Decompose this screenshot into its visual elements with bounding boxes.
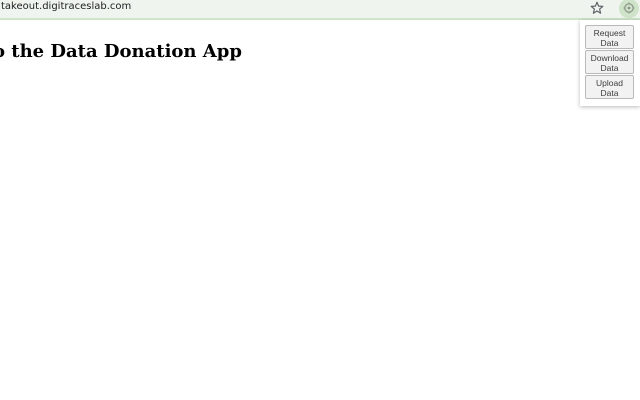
upload-data-label-line1: Upload [596, 77, 623, 88]
request-data-label-line1: Request [593, 27, 626, 38]
browser-window: takeout.digitraceslab.com o the Data Don… [0, 0, 640, 400]
download-data-button[interactable]: Download Data [585, 50, 634, 74]
request-data-label-line2: Data [600, 37, 619, 48]
star-icon[interactable] [589, 0, 605, 16]
download-data-label-line2: Data [600, 62, 619, 73]
puzzle-extension-icon [623, 2, 635, 14]
url-text[interactable]: takeout.digitraceslab.com [1, 1, 131, 13]
extension-popup: Request Data Download Data Upload Data [580, 20, 640, 106]
page-title: o the Data Donation App [0, 41, 242, 62]
request-data-button[interactable]: Request Data [585, 25, 634, 49]
extension-button[interactable] [619, 0, 639, 18]
address-bar[interactable]: takeout.digitraceslab.com [0, 0, 640, 20]
download-data-label-line1: Download [590, 52, 629, 63]
upload-data-label-line2: Data [600, 87, 619, 98]
upload-data-button[interactable]: Upload Data [585, 75, 634, 99]
